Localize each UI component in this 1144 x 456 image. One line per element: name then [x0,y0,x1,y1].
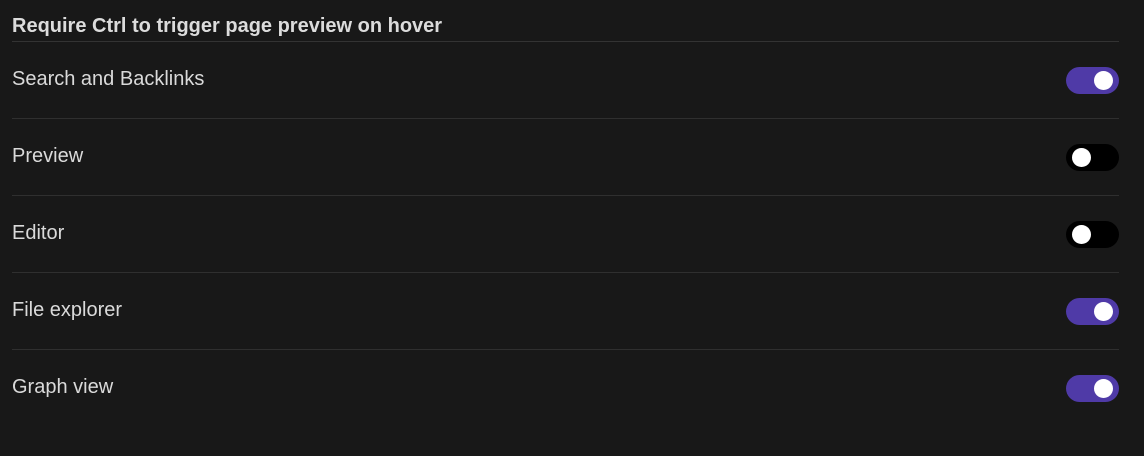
setting-label: Preview [12,145,84,167]
setting-row-graph-view: Graph view [12,350,1119,426]
settings-list: Search and Backlinks Preview Editor File… [12,42,1119,426]
setting-row-file-explorer: File explorer [12,273,1119,350]
toggle-knob [1094,379,1113,398]
graph-view-toggle[interactable] [1066,375,1119,402]
search-and-backlinks-toggle[interactable] [1066,67,1119,94]
settings-panel: Require Ctrl to trigger page preview on … [0,0,1144,456]
setting-row-search-and-backlinks: Search and Backlinks [12,42,1119,119]
editor-toggle[interactable] [1066,221,1119,248]
setting-row-editor: Editor [12,196,1119,273]
setting-label: Editor [12,222,65,244]
toggle-knob [1072,148,1091,167]
toggle-knob [1094,302,1113,321]
setting-label: Graph view [12,376,114,398]
preview-toggle[interactable] [1066,144,1119,171]
file-explorer-toggle[interactable] [1066,298,1119,325]
section-heading: Require Ctrl to trigger page preview on … [12,15,443,37]
toggle-knob [1072,225,1091,244]
setting-label: File explorer [12,299,123,321]
setting-label: Search and Backlinks [12,68,205,90]
toggle-knob [1094,71,1113,90]
setting-row-preview: Preview [12,119,1119,196]
